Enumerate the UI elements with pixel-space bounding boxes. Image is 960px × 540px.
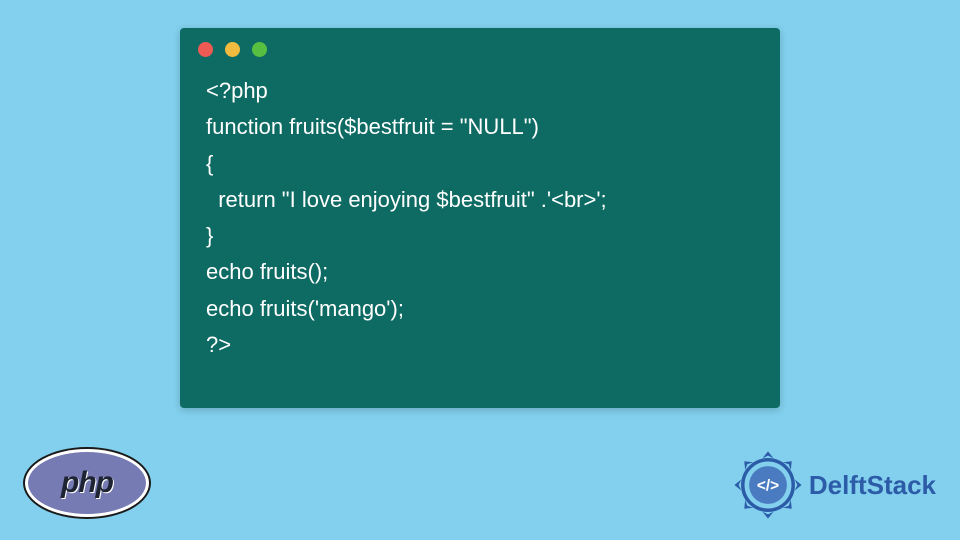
php-logo: php bbox=[28, 452, 148, 516]
code-block: <?php function fruits($bestfruit = "NULL… bbox=[180, 65, 780, 379]
code-line: <?php bbox=[206, 78, 268, 103]
php-logo-ellipse: php bbox=[28, 452, 146, 514]
code-line: ?> bbox=[206, 332, 231, 357]
code-line: echo fruits(); bbox=[206, 259, 328, 284]
window-traffic-lights bbox=[180, 28, 780, 65]
delftstack-gear-icon: </> bbox=[733, 450, 803, 520]
minimize-icon bbox=[225, 42, 240, 57]
php-logo-text: php bbox=[61, 466, 113, 500]
delftstack-text: DelftStack bbox=[809, 470, 936, 501]
code-window: <?php function fruits($bestfruit = "NULL… bbox=[180, 28, 780, 408]
code-line: echo fruits('mango'); bbox=[206, 296, 404, 321]
code-line: return "I love enjoying $bestfruit" .'<b… bbox=[206, 187, 607, 212]
delftstack-logo: </> DelftStack bbox=[733, 450, 936, 520]
svg-text:</>: </> bbox=[757, 478, 779, 495]
code-line: function fruits($bestfruit = "NULL") bbox=[206, 114, 539, 139]
code-line: } bbox=[206, 223, 213, 248]
close-icon bbox=[198, 42, 213, 57]
code-line: { bbox=[206, 151, 213, 176]
maximize-icon bbox=[252, 42, 267, 57]
